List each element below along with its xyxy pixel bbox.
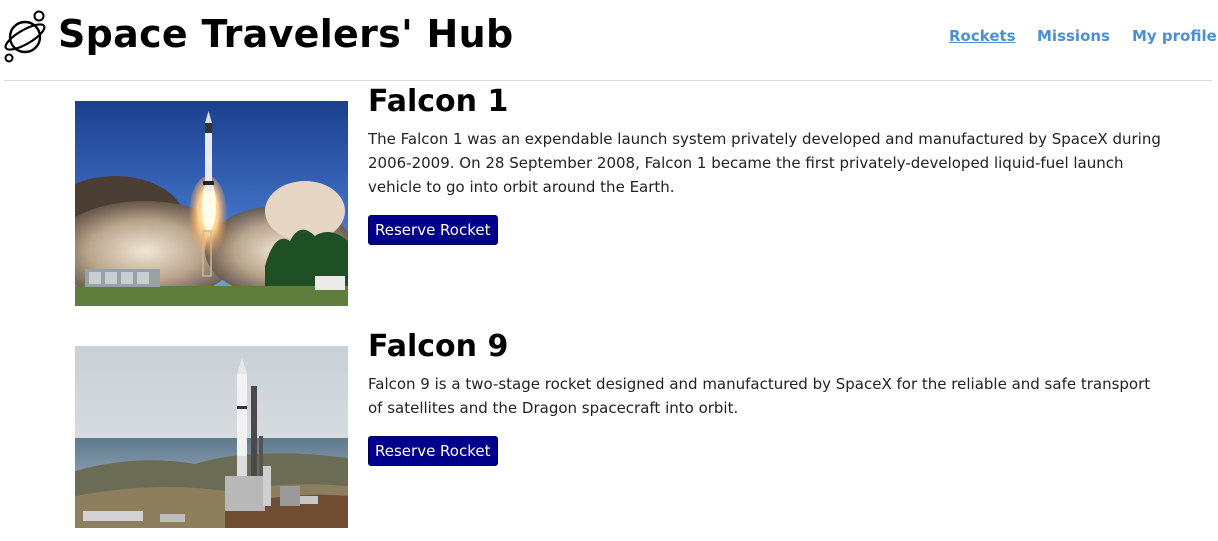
nav-link-my-profile[interactable]: My profile: [1132, 27, 1217, 47]
reserve-rocket-button[interactable]: Reserve Rocket: [368, 436, 498, 466]
nav-link-rockets[interactable]: Rockets: [949, 27, 1016, 47]
planet-icon[interactable]: [2, 8, 50, 64]
nav-link-missions[interactable]: Missions: [1037, 27, 1110, 47]
rocket-image-falcon-1: [75, 101, 348, 306]
rocket-name: Falcon 1: [368, 84, 509, 119]
site-title: Space Travelers' Hub: [58, 12, 514, 56]
rocket-name: Falcon 9: [368, 329, 509, 364]
rocket-description: Falcon 9 is a two-stage rocket designed …: [368, 375, 1151, 417]
header-divider: [4, 80, 1212, 81]
site-header: Space Travelers' Hub Rockets Missions My…: [0, 0, 1218, 81]
rocket-description: The Falcon 1 was an expendable launch sy…: [368, 130, 1161, 196]
reserve-rocket-button[interactable]: Reserve Rocket: [368, 215, 498, 245]
rocket-image-falcon-9: [75, 346, 348, 528]
